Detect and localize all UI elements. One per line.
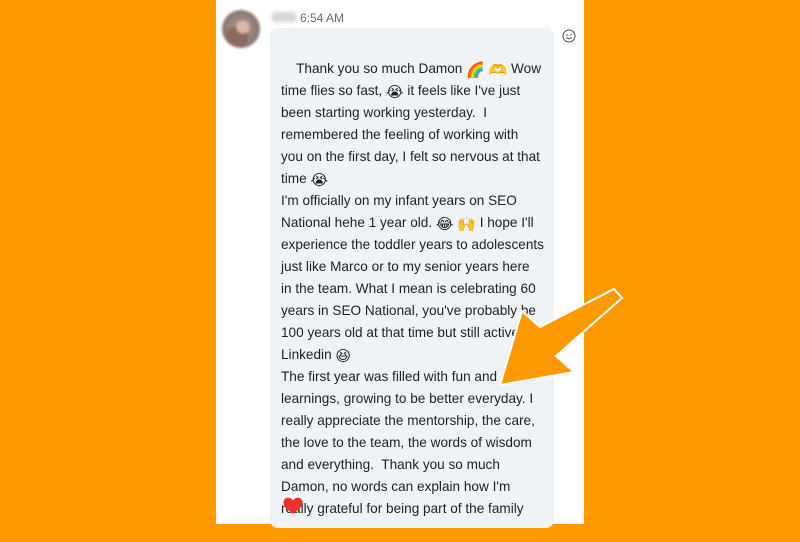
message-text: Thank you so much Damon 🌈 🫶 Wow time fli… (281, 36, 549, 542)
crying-face-emoji-icon: 😭 (386, 83, 404, 101)
chat-panel: 6:54 AM Thank you so much Damon 🌈 🫶 Wow … (216, 0, 584, 528)
message-text-segment: Thank you so much Damon (296, 61, 467, 76)
message-text-segment: I hope I'll experience the toddler years… (281, 215, 544, 362)
crying-face-emoji-icon: 😭 (310, 171, 328, 189)
heart-icon (283, 497, 303, 514)
avatar[interactable] (222, 10, 260, 48)
heart-hands-emoji-icon: 🫶 (488, 61, 508, 79)
message-text-segment: The first year was filled with fun and l… (281, 369, 535, 516)
smiley-icon[interactable] (562, 29, 576, 43)
tears-of-joy-emoji-icon: 😂 (435, 215, 454, 233)
timestamp: 6:54 AM (300, 11, 345, 25)
laughing-face-emoji-icon: 😆 (335, 347, 352, 365)
rainbow-emoji-icon: 🌈 (466, 61, 485, 79)
raised-hands-emoji-icon: 🙌 (457, 215, 476, 233)
sender-name-blurred (272, 12, 296, 22)
